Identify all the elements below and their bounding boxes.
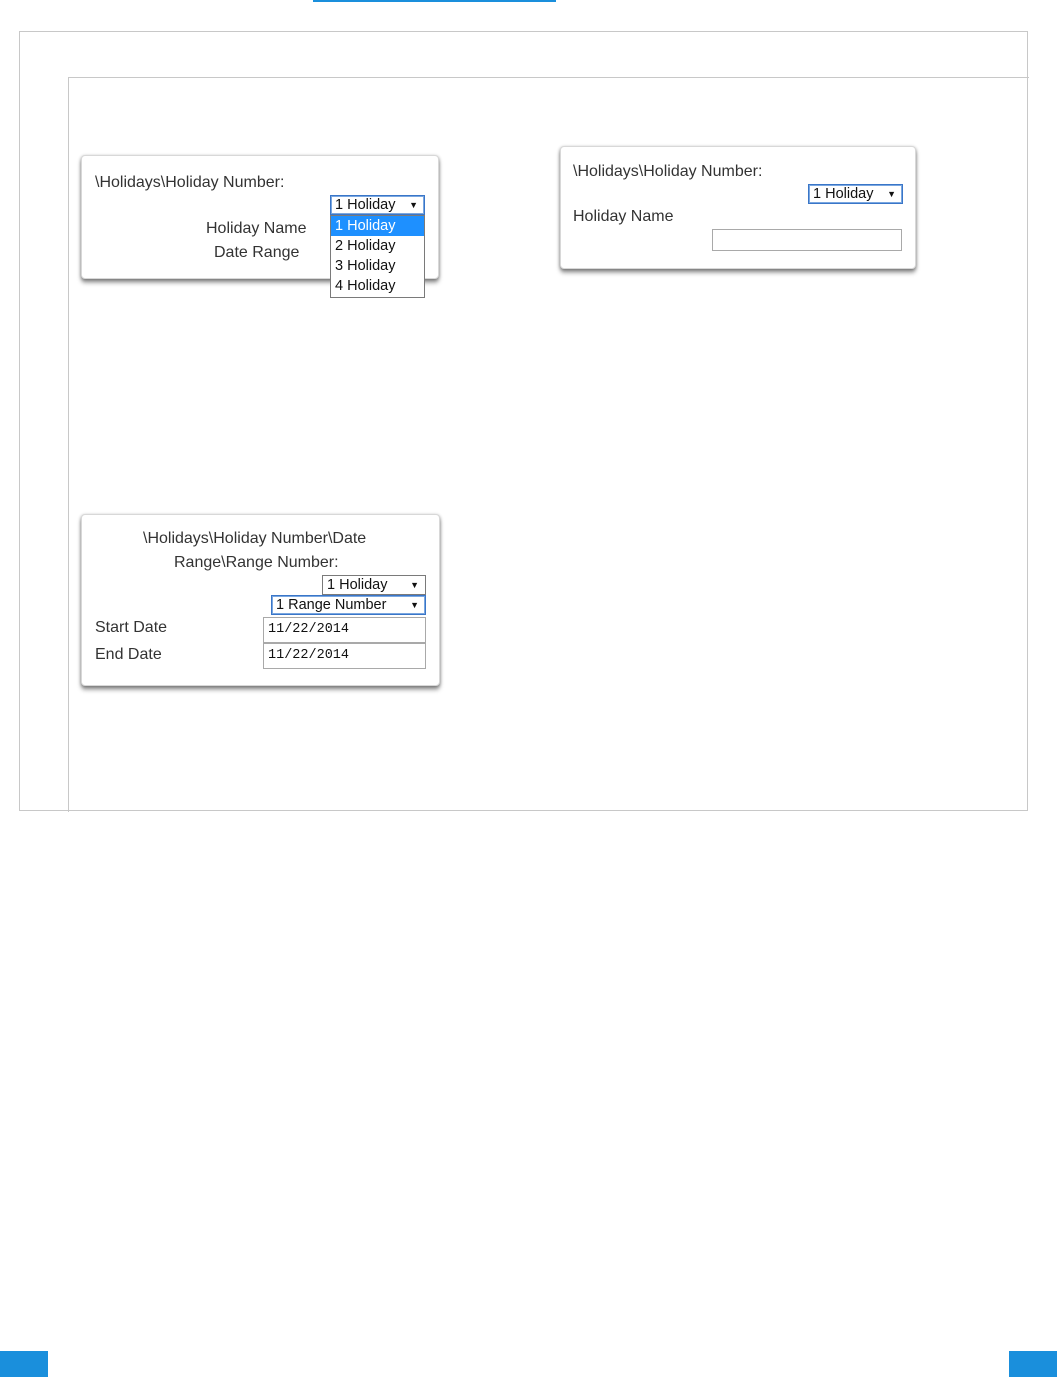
start-date-label: Start Date bbox=[95, 619, 168, 636]
holiday-name-label: Holiday Name bbox=[206, 220, 307, 237]
dropdown-option[interactable]: 3 Holiday bbox=[331, 256, 424, 276]
dropdown-option[interactable]: 2 Holiday bbox=[331, 236, 424, 256]
select-value: 1 Holiday bbox=[335, 197, 396, 213]
chevron-down-icon: ▼ bbox=[410, 600, 419, 610]
panel-heading-line1: \Holidays\Holiday Number\Date bbox=[143, 530, 367, 547]
holiday-name-label: Holiday Name bbox=[573, 208, 674, 225]
dropdown-option[interactable]: 4 Holiday bbox=[331, 276, 424, 296]
holiday-number-select[interactable]: 1 Holiday ▼ bbox=[330, 195, 425, 215]
range-number-select[interactable]: 1 Range Number ▼ bbox=[271, 595, 426, 615]
dropdown-option[interactable]: 1 Holiday bbox=[331, 216, 424, 236]
panel-heading: \Holidays\Holiday Number: bbox=[95, 174, 285, 191]
panel-heading: \Holidays\Holiday Number: bbox=[573, 163, 763, 180]
date-range-panel: \Holidays\Holiday Number\Date Range\Rang… bbox=[81, 514, 440, 686]
holiday-number-select[interactable]: 1 Holiday ▼ bbox=[808, 184, 903, 204]
top-accent-bar bbox=[313, 0, 556, 2]
end-date-label: End Date bbox=[95, 646, 162, 663]
holiday-name-panel: \Holidays\Holiday Number: 1 Holiday ▼ Ho… bbox=[560, 146, 916, 269]
chevron-down-icon: ▼ bbox=[409, 200, 418, 210]
footer-accent-right bbox=[1009, 1351, 1057, 1377]
holiday-number-dropdown-list: 1 Holiday 2 Holiday 3 Holiday 4 Holiday bbox=[330, 215, 425, 298]
holiday-number-select[interactable]: 1 Holiday ▼ bbox=[322, 575, 426, 595]
holiday-name-input[interactable] bbox=[712, 229, 902, 251]
date-range-label: Date Range bbox=[214, 244, 300, 261]
select-value: 1 Range Number bbox=[276, 597, 387, 613]
select-value: 1 Holiday bbox=[813, 186, 874, 202]
end-date-input[interactable]: 11/22/2014 bbox=[263, 643, 426, 669]
select-value: 1 Holiday bbox=[327, 577, 388, 593]
footer-accent-left bbox=[0, 1351, 48, 1377]
chevron-down-icon: ▼ bbox=[410, 580, 419, 590]
start-date-input[interactable]: 11/22/2014 bbox=[263, 617, 426, 643]
chevron-down-icon: ▼ bbox=[887, 189, 896, 199]
panel-heading-line2: Range\Range Number: bbox=[174, 554, 339, 571]
